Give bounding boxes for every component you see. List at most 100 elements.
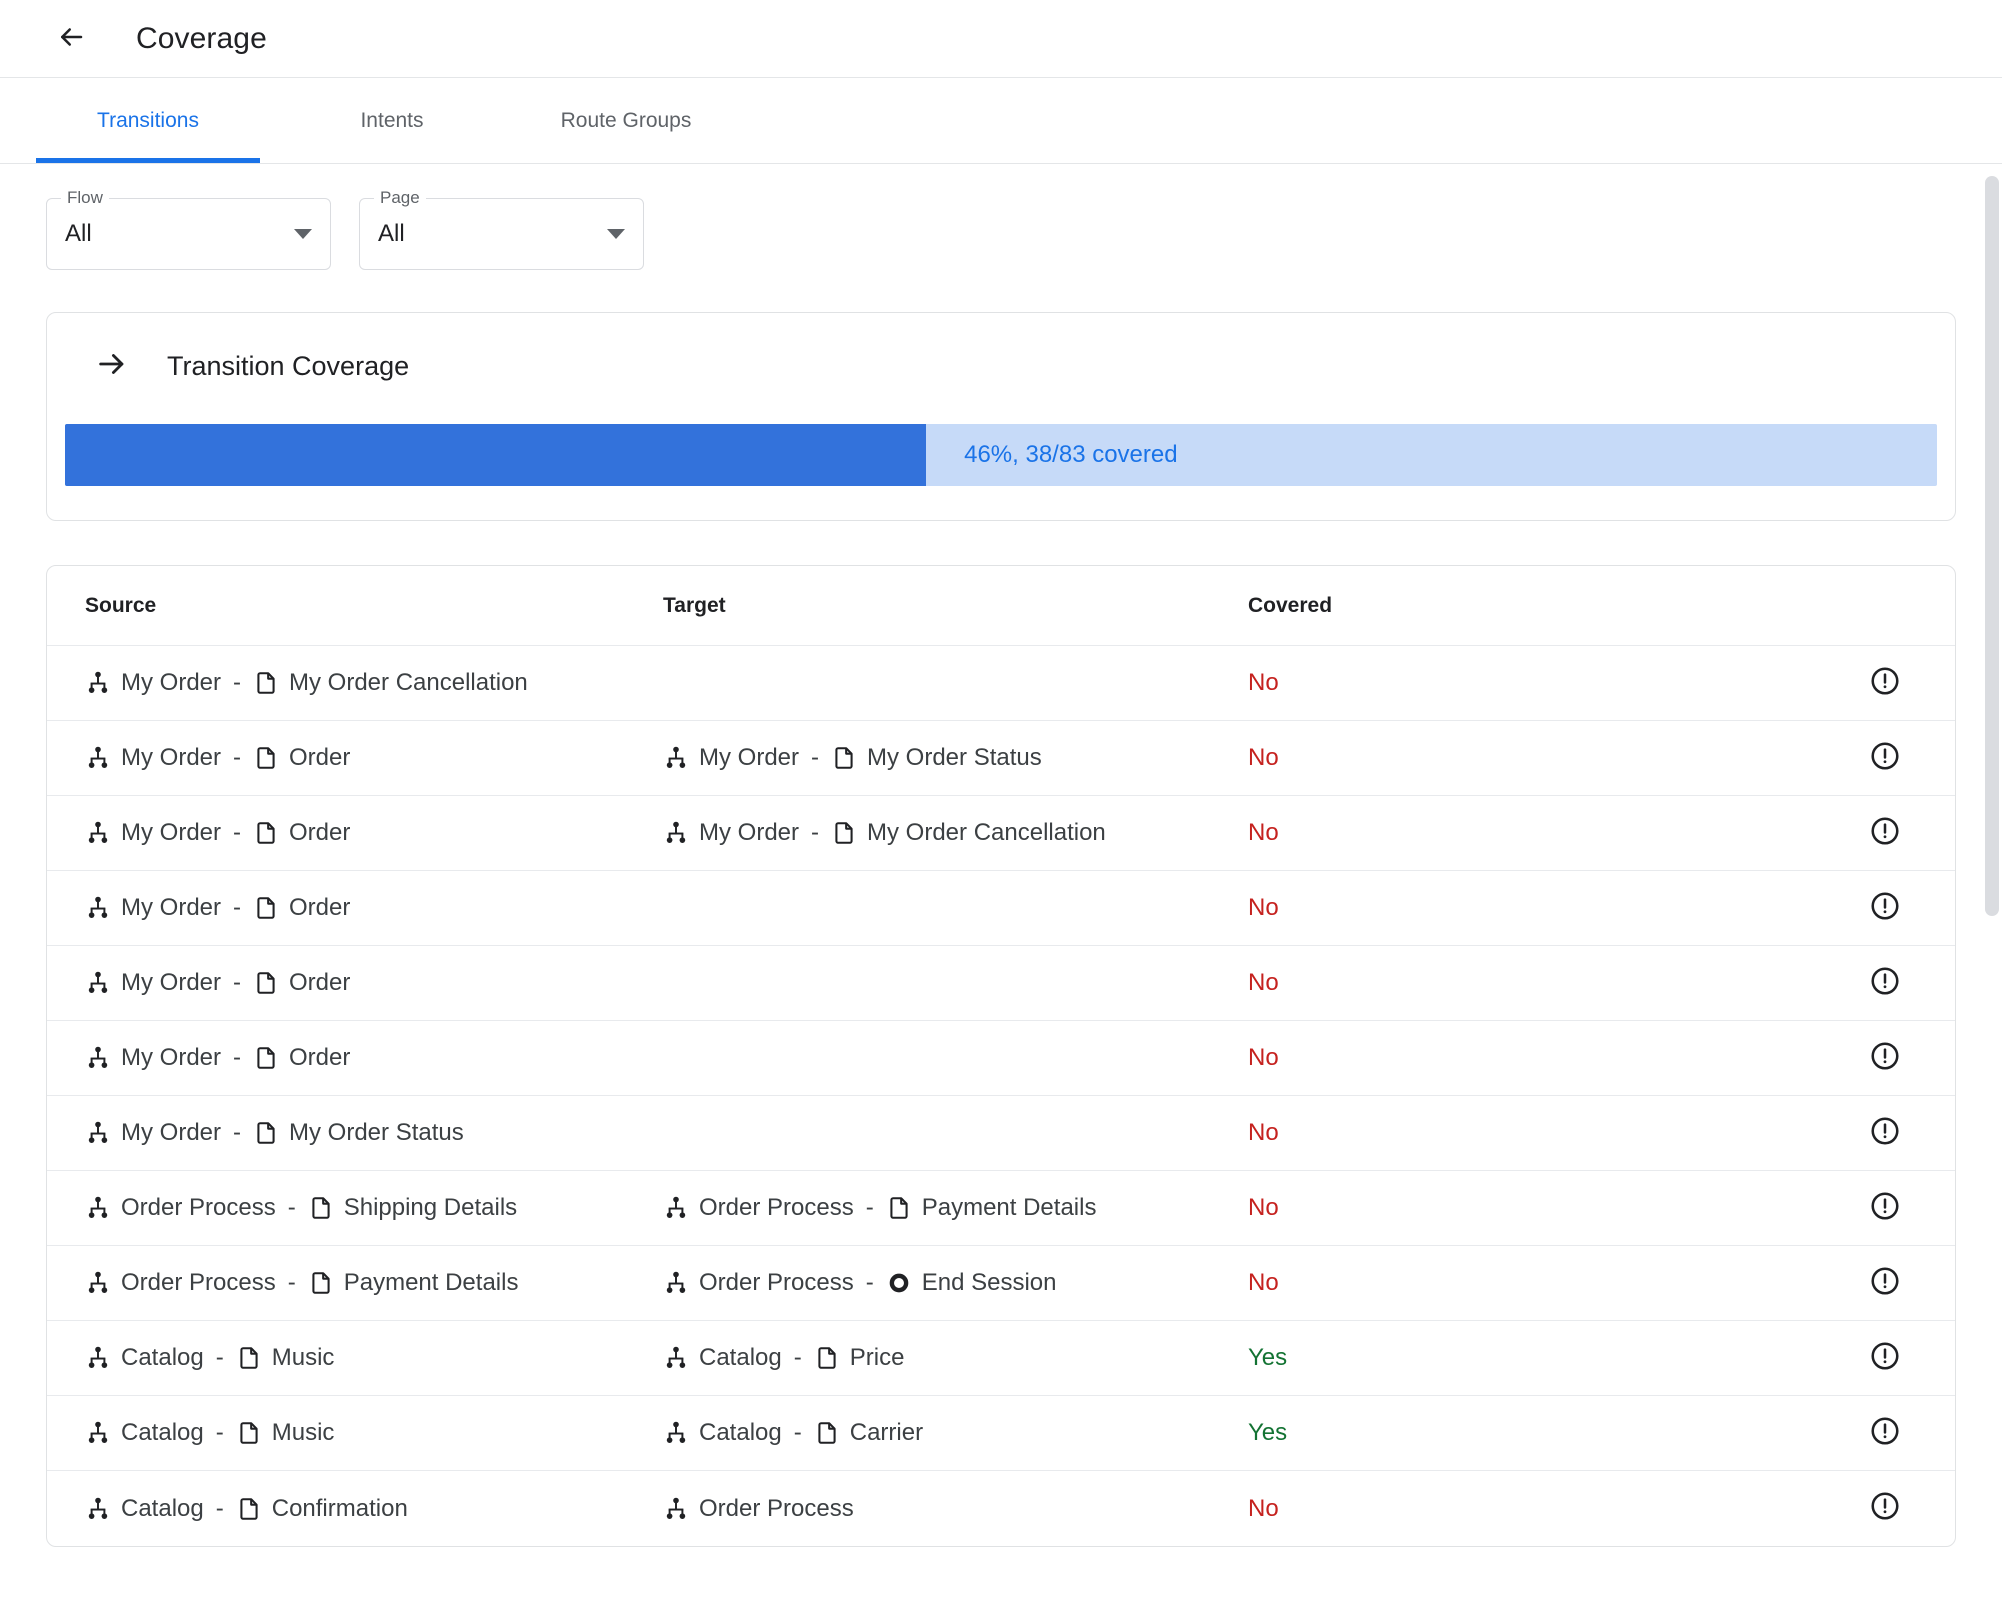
page-icon [253, 820, 279, 846]
source-separator: - [215, 1419, 224, 1446]
cell-covered: No [1248, 1119, 1488, 1147]
source-flow-name: My Order [121, 744, 222, 771]
table-row[interactable]: Order Process - Shipping Details Order Proc… [47, 1171, 1955, 1246]
target-entity: Catalog - Price [663, 1344, 904, 1372]
error-outline-icon[interactable] [1869, 1190, 1901, 1227]
page-icon [253, 970, 279, 996]
account-tree-icon [663, 745, 689, 771]
cell-target: Order Process - End Session [663, 1269, 1248, 1297]
table-row[interactable]: My Order - Order My Order - My Order Status No [47, 721, 1955, 796]
target-node-name: My Order Status [867, 744, 1042, 771]
cell-target: Order Process [663, 1495, 1248, 1523]
source-separator: - [215, 1494, 224, 1522]
error-outline-icon[interactable] [1869, 815, 1901, 852]
cell-source: Catalog - Music [85, 1419, 663, 1447]
cell-row-action[interactable] [1488, 965, 1931, 1002]
target-entity: Order Process - Payment Details [663, 1194, 1096, 1222]
source-separator: - [233, 1119, 242, 1146]
tab-intents[interactable]: Intents [312, 78, 472, 163]
error-outline-icon[interactable] [1869, 1490, 1901, 1527]
error-outline-icon[interactable] [1869, 1040, 1901, 1077]
covered-status: No [1248, 1494, 1279, 1522]
table-row[interactable]: My Order - My Order Cancellation No [47, 646, 1955, 721]
source-separator: - [233, 669, 242, 696]
cell-row-action[interactable] [1488, 1115, 1931, 1152]
account-tree-icon [85, 1120, 111, 1146]
cell-row-action[interactable] [1488, 1040, 1931, 1077]
page-icon [253, 1045, 279, 1071]
cell-source: My Order - My Order Status [85, 1119, 663, 1147]
error-outline-icon[interactable] [1869, 740, 1901, 777]
table-header-row: Source Target Covered [47, 566, 1955, 646]
target-entity: My Order - My Order Cancellation [663, 819, 1106, 847]
cell-row-action[interactable] [1488, 1340, 1931, 1377]
covered-status: Yes [1248, 1344, 1288, 1371]
target-separator: - [811, 744, 820, 771]
cell-target: Catalog - Carrier [663, 1419, 1248, 1447]
cell-row-action[interactable] [1488, 815, 1931, 852]
error-outline-icon[interactable] [1869, 665, 1901, 702]
table-row[interactable]: My Order - Order No [47, 1021, 1955, 1096]
cell-row-action[interactable] [1488, 1490, 1931, 1527]
error-outline-icon[interactable] [1869, 1415, 1901, 1452]
source-node-name: Order [289, 744, 351, 771]
table-row[interactable]: My Order - Order No [47, 871, 1955, 946]
cell-source: My Order - Order [85, 744, 663, 772]
source-entity: My Order - Order [85, 1044, 350, 1072]
source-flow-name: My Order [121, 969, 222, 996]
back-button[interactable] [48, 16, 94, 62]
source-flow-name: My Order [121, 669, 222, 696]
target-entity: Order Process - End Session [663, 1269, 1056, 1297]
target-entity: My Order - My Order Status [663, 744, 1042, 772]
error-outline-icon[interactable] [1869, 965, 1901, 1002]
target-flow-name: Catalog [699, 1419, 782, 1446]
coverage-progress-fill [65, 424, 927, 486]
cell-target: My Order - My Order Cancellation [663, 819, 1248, 847]
error-outline-icon[interactable] [1869, 1340, 1901, 1377]
table-row[interactable]: Catalog - Confirmation Order Process No [47, 1471, 1955, 1546]
scrollbar-thumb[interactable] [1985, 176, 1999, 916]
table-row[interactable]: My Order - Order My Order - My Order Cancella… [47, 796, 1955, 871]
covered-status: No [1248, 744, 1279, 771]
content-scroll-area[interactable]: Flow All Page All Transition Coverage 46… [0, 164, 2002, 1598]
transition-coverage-header: Transition Coverage [47, 313, 1955, 386]
cell-row-action[interactable] [1488, 1190, 1931, 1227]
target-flow-name: My Order [699, 744, 800, 771]
source-entity: My Order - Order [85, 894, 350, 922]
table-row[interactable]: Catalog - Music Catalog - Price Yes [47, 1321, 1955, 1396]
page-select[interactable]: Page All [359, 187, 644, 270]
table-row[interactable]: My Order - Order No [47, 946, 1955, 1021]
cell-source: My Order - Order [85, 969, 663, 997]
cell-row-action[interactable] [1488, 740, 1931, 777]
flow-select[interactable]: Flow All [46, 187, 331, 270]
cell-source: Catalog - Confirmation [85, 1495, 663, 1523]
source-separator: - [233, 969, 242, 996]
tab-route-groups[interactable]: Route Groups [520, 78, 732, 163]
table-row[interactable]: Catalog - Music Catalog - Carrier Yes [47, 1396, 1955, 1471]
account-tree-icon [663, 1270, 689, 1296]
target-entity: Catalog - Carrier [663, 1419, 923, 1447]
table-row[interactable]: Order Process - Payment Details Order Proce… [47, 1246, 1955, 1321]
table-row[interactable]: My Order - My Order Status No [47, 1096, 1955, 1171]
target-flow-name: Order Process [699, 1494, 854, 1522]
source-node-name: Order [289, 969, 351, 996]
transition-coverage-title: Transition Coverage [167, 351, 410, 381]
source-entity: Order Process - Payment Details [85, 1269, 518, 1297]
page-title: Coverage [136, 21, 267, 55]
target-node-name: Price [849, 1344, 905, 1371]
tab-transitions[interactable]: Transitions [36, 78, 260, 163]
cell-target: Catalog - Price [663, 1344, 1248, 1372]
page-icon [236, 1345, 262, 1371]
error-outline-icon[interactable] [1869, 1115, 1901, 1152]
error-outline-icon[interactable] [1869, 1265, 1901, 1302]
cell-row-action[interactable] [1488, 890, 1931, 927]
source-separator: - [287, 1194, 296, 1221]
cell-covered: Yes [1248, 1344, 1488, 1372]
cell-row-action[interactable] [1488, 1265, 1931, 1302]
cell-row-action[interactable] [1488, 665, 1931, 702]
vertical-scrollbar[interactable] [1982, 164, 2002, 1598]
account-tree-icon [663, 1420, 689, 1446]
error-outline-icon[interactable] [1869, 890, 1901, 927]
cell-row-action[interactable] [1488, 1415, 1931, 1452]
source-node-name: Order [289, 819, 351, 846]
